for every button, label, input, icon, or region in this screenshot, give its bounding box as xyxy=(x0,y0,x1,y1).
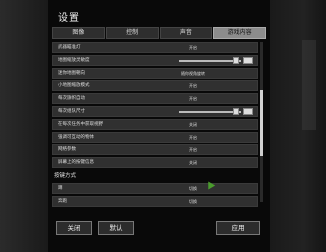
setting-label: 地图缩放灵敏度 xyxy=(58,57,90,63)
setting-label: 蹲 xyxy=(58,186,63,192)
setting-row-minimap-orientation[interactable]: 迷你地图朝向 随你视角旋转 xyxy=(52,67,258,79)
setting-row-squad-size[interactable]: 每次组队尺寸 xyxy=(52,105,258,117)
setting-row-onscreen-key-info[interactable]: 屏幕上的按键信息 关闭 xyxy=(52,157,258,169)
setting-label: 网络参数 xyxy=(58,147,76,153)
background-left xyxy=(0,0,48,252)
setting-value[interactable]: 开启 xyxy=(173,81,213,90)
setting-label: 每次组队尺寸 xyxy=(58,108,85,114)
settings-panel: 设置 图像 控制 声音 游戏内容 武器瞄准灯 开启 地图缩放灵敏度 迷你地图朝向… xyxy=(48,0,270,252)
setting-value[interactable]: 开启 xyxy=(173,94,213,103)
setting-row-sprint[interactable]: 奔跑 切换 xyxy=(52,195,258,207)
setting-row-network-params[interactable]: 网络参数 开启 xyxy=(52,144,258,156)
slider-track[interactable] xyxy=(179,110,241,113)
setting-row-flag-auto[interactable]: 每次旗帜自动 开启 xyxy=(52,93,258,105)
slider-handle[interactable] xyxy=(233,107,239,115)
tab-graphics[interactable]: 图像 xyxy=(52,27,105,39)
setting-row-minimap-zoom-mode[interactable]: 小地图缩放模式 开启 xyxy=(52,80,258,92)
setting-row-map-zoom-sensitivity[interactable]: 地图缩放灵敏度 xyxy=(52,54,258,66)
section-heading-keybind: 按键方式 xyxy=(54,173,77,180)
setting-label: 小地图缩放模式 xyxy=(58,83,90,89)
apply-button[interactable]: 应用 xyxy=(216,221,260,235)
slider-track[interactable] xyxy=(179,59,241,62)
setting-label: 武器瞄准灯 xyxy=(58,45,81,50)
background-right xyxy=(270,0,326,252)
setting-label: 在每次任务中获取视野 xyxy=(58,121,103,127)
setting-value[interactable]: 切换 xyxy=(173,197,213,206)
slider-value-box xyxy=(243,107,253,115)
settings-list: 武器瞄准灯 开启 地图缩放灵敏度 迷你地图朝向 随你视角旋转 小地图缩放模式 开… xyxy=(52,42,258,209)
slider-handle[interactable] xyxy=(233,56,239,64)
setting-label: 奔跑 xyxy=(58,198,67,204)
setting-row-weapon-light[interactable]: 武器瞄准灯 开启 xyxy=(52,42,258,53)
setting-value[interactable]: 开启 xyxy=(173,145,213,154)
setting-label: 强调可互动的物体 xyxy=(58,134,94,140)
setting-label: 每次旗帜自动 xyxy=(58,96,85,102)
setting-value[interactable]: 开启 xyxy=(173,133,213,142)
setting-row-crouch[interactable]: 蹲 切换 xyxy=(52,183,258,195)
setting-value[interactable]: 关闭 xyxy=(173,158,213,167)
setting-value[interactable]: 随你视角旋转 xyxy=(173,69,213,78)
setting-label: 迷你地图朝向 xyxy=(58,70,85,76)
page-title: 设置 xyxy=(58,13,80,24)
setting-row-mission-vision[interactable]: 在每次任务中获取视野 关闭 xyxy=(52,118,258,130)
tab-audio[interactable]: 声音 xyxy=(159,27,213,39)
setting-value[interactable]: 开启 xyxy=(173,43,213,52)
tab-bar: 图像 控制 声音 游戏内容 xyxy=(52,27,266,39)
slider-value-box xyxy=(243,56,253,64)
tab-controls[interactable]: 控制 xyxy=(105,27,159,39)
setting-value[interactable]: 关闭 xyxy=(173,120,213,129)
tab-gameplay[interactable]: 游戏内容 xyxy=(213,27,266,39)
setting-label: 屏幕上的按键信息 xyxy=(58,160,94,166)
default-button[interactable]: 默认 xyxy=(98,221,134,235)
scrollbar-thumb[interactable] xyxy=(260,90,263,156)
setting-row-highlight-interactables[interactable]: 强调可互动的物体 开启 xyxy=(52,131,258,143)
scrollbar[interactable] xyxy=(260,42,263,202)
close-button[interactable]: 关闭 xyxy=(56,221,92,235)
